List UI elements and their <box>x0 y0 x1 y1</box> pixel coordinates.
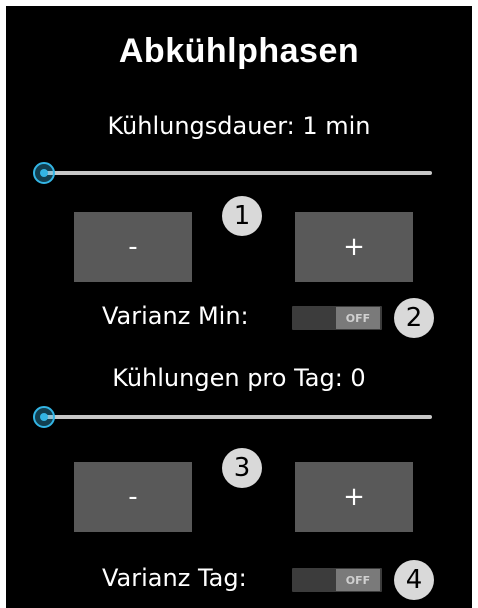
app-screen: Abkühlphasen Kühlungsdauer: 1 min - 1 + … <box>6 6 472 608</box>
duration-increase-button[interactable]: + <box>295 212 413 282</box>
coolings-per-day-label: Kühlungen pro Tag: 0 <box>112 364 366 392</box>
toggle-state-text: OFF <box>336 569 380 591</box>
cooling-duration-label: Kühlungsdauer: 1 min <box>107 112 371 140</box>
page-title: Abkühlphasen <box>118 32 360 70</box>
toggle-state-text: OFF <box>336 307 380 329</box>
slider-track <box>44 415 432 419</box>
coolings-per-day-slider[interactable] <box>33 406 432 428</box>
marker-badge-4: 4 <box>394 560 434 600</box>
variance-min-label: Varianz Min: <box>102 302 249 330</box>
slider-thumb[interactable] <box>33 406 55 428</box>
slider-track <box>44 171 432 175</box>
variance-day-toggle[interactable]: OFF <box>292 568 382 592</box>
per-day-decrease-button[interactable]: - <box>74 462 192 532</box>
variance-day-row: Varianz Tag: OFF 4 <box>6 560 472 600</box>
slider-thumb[interactable] <box>33 162 55 184</box>
cooling-duration-slider[interactable] <box>33 162 432 184</box>
variance-day-label: Varianz Tag: <box>102 564 247 592</box>
marker-badge-1: 1 <box>222 196 262 236</box>
variance-min-toggle[interactable]: OFF <box>292 306 382 330</box>
variance-min-row: Varianz Min: OFF 2 <box>6 298 472 338</box>
marker-badge-3: 3 <box>222 448 262 488</box>
duration-decrease-button[interactable]: - <box>74 212 192 282</box>
per-day-increase-button[interactable]: + <box>295 462 413 532</box>
marker-badge-2: 2 <box>394 298 434 338</box>
